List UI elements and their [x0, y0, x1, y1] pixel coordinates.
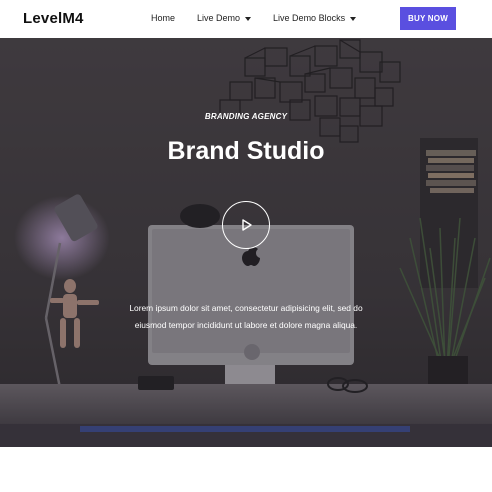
hero-eyebrow: BRANDING AGENCY	[204, 112, 288, 121]
nav-item-label: Live Demo	[197, 13, 241, 23]
main-nav: Home Live Demo Live Demo Blocks	[151, 13, 378, 23]
nav-item-label: Home	[151, 13, 176, 23]
site-header: LevelM4 Home Live Demo Live Demo Blocks …	[0, 0, 492, 38]
site-logo[interactable]: LevelM4	[23, 10, 84, 27]
nav-item-live-demo[interactable]: Live Demo	[197, 13, 252, 23]
hero-section: BRANDING AGENCY Brand Studio Lorem ipsum…	[0, 38, 492, 447]
play-icon	[242, 219, 252, 231]
chevron-down-icon	[350, 16, 357, 21]
hero-description-line: Lorem ipsum dolor sit amet, consectetur …	[129, 303, 363, 313]
nav-item-home[interactable]: Home	[151, 13, 175, 23]
hero-title: Brand Studio	[167, 137, 325, 165]
nav-item-label: Live Demo Blocks	[273, 13, 346, 23]
hero-description-line: eiusmod tempor incididunt ut labore et d…	[134, 320, 358, 330]
below-hero-area	[0, 447, 492, 492]
play-video-button[interactable]	[222, 201, 270, 249]
nav-item-live-demo-blocks[interactable]: Live Demo Blocks	[273, 13, 357, 23]
chevron-down-icon	[245, 16, 252, 21]
buy-now-button[interactable]: BUY NOW	[400, 7, 456, 30]
hero-description: Lorem ipsum dolor sit amet, consectetur …	[100, 300, 392, 334]
